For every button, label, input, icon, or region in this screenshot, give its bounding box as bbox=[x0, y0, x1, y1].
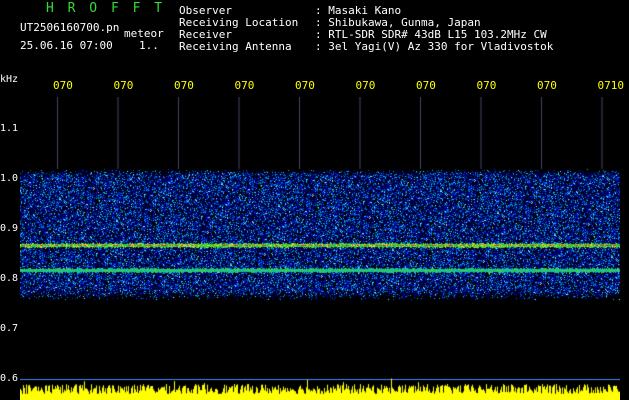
time-tick-label: 070 bbox=[295, 79, 315, 92]
file-suffix: meteor bbox=[124, 27, 164, 40]
record-datetime: 25.06.16 07:00 bbox=[20, 39, 113, 52]
time-tick-label: 070 bbox=[53, 79, 73, 92]
antenna-row: Receiving Antenna : 3el Yagi(V) Az 330 fo… bbox=[179, 41, 553, 52]
time-tick-label: 070 bbox=[174, 79, 194, 92]
brand-title: H R O F F T bbox=[46, 1, 166, 16]
location-label: Receiving Location bbox=[179, 16, 299, 29]
spectrogram bbox=[20, 97, 620, 400]
time-tick-label: 070 bbox=[537, 79, 557, 92]
time-tick-label: 0710 bbox=[597, 79, 625, 92]
y-tick-label: 0.9 bbox=[0, 223, 19, 234]
frequency-unit-label: kHz bbox=[0, 74, 19, 85]
receiver-label: Receiver bbox=[179, 28, 232, 41]
time-tick-label: 070 bbox=[416, 79, 436, 92]
time-tick-label: 070 bbox=[234, 79, 255, 92]
y-tick-label: 0.6 bbox=[0, 373, 19, 384]
antenna-value: : 3el Yagi(V) Az 330 for Vladivostok bbox=[315, 40, 554, 53]
y-tick-label: 1.0 bbox=[0, 173, 19, 184]
time-tick-label: 070 bbox=[355, 79, 376, 92]
y-tick-label: 1.1 bbox=[0, 123, 19, 134]
file-name: UT2506160700.pn bbox=[20, 21, 120, 34]
time-tick-label: 070 bbox=[113, 79, 134, 92]
antenna-label: Receiving Antenna bbox=[179, 40, 292, 53]
time-tick-label: 070 bbox=[476, 79, 497, 92]
observer-row: Observer: Masaki Kano bbox=[179, 5, 401, 16]
receiver-row: Receiver: RTL-SDR SDR# 43dB L15 103.2MHz… bbox=[179, 29, 547, 40]
y-tick-label: 0.7 bbox=[0, 323, 19, 334]
observer-label: Observer bbox=[179, 4, 232, 17]
y-tick-label: 0.8 bbox=[0, 273, 19, 284]
record-datetime-extra: 1.. bbox=[139, 39, 159, 52]
location-row: Receiving Location: Shibukawa, Gunma, Ja… bbox=[179, 17, 481, 28]
